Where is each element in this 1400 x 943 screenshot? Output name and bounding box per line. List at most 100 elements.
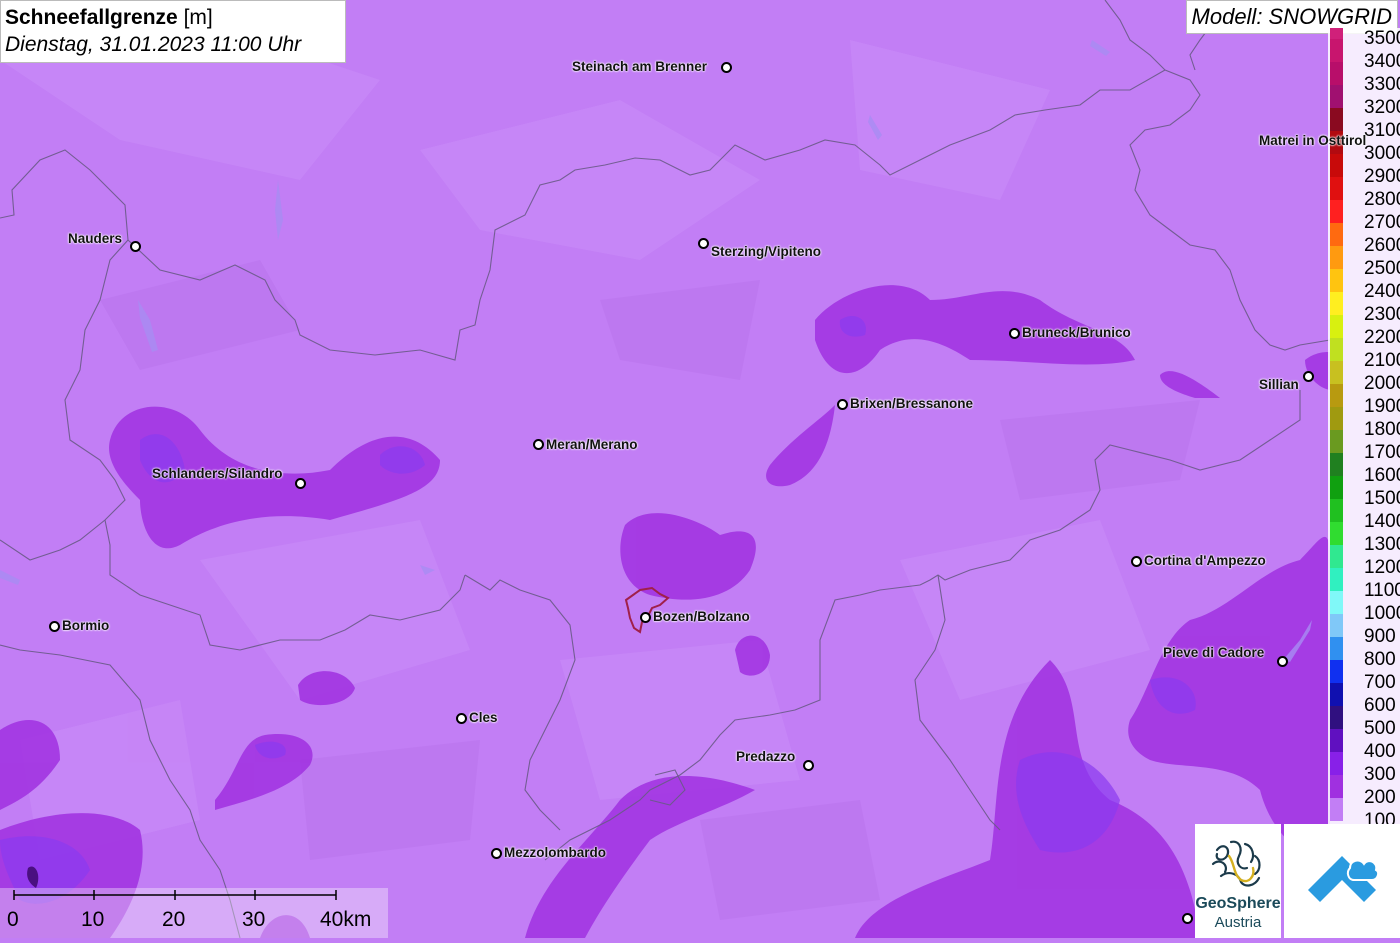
legend-swatch (1330, 384, 1343, 407)
legend-swatch (1330, 568, 1343, 591)
legend-swatch (1330, 154, 1343, 177)
legend-row: 1800 (1328, 407, 1400, 440)
map-title-box: Schneefallgrenze [m] Dienstag, 31.01.202… (0, 0, 346, 63)
legend-row: 1300 (1328, 522, 1400, 555)
legend-row: 1400 (1328, 499, 1400, 532)
geosphere-logo[interactable]: GeoSphere Austria (1195, 824, 1281, 938)
legend-row: 700 (1328, 660, 1400, 693)
legend-row: 3100 (1328, 108, 1400, 141)
map-datetime: Dienstag, 31.01.2023 11:00 Uhr (5, 33, 302, 56)
scale-label-10: 10 (81, 908, 105, 931)
legend-swatch (1330, 522, 1343, 545)
city-marker-cles[interactable] (456, 713, 467, 724)
legend-swatch (1330, 499, 1343, 522)
legend-swatch (1330, 223, 1343, 246)
scale-bar: 0 10 20 30 40km (0, 888, 388, 938)
city-marker-mezzolombardo[interactable] (491, 848, 502, 859)
legend-row: 2300 (1328, 292, 1400, 325)
legend-row: 3300 (1328, 62, 1400, 95)
legend-swatch (1330, 430, 1343, 453)
legend-swatch (1330, 39, 1343, 62)
scale-label-0: 0 (7, 908, 19, 931)
legend-row: 2900 (1328, 154, 1400, 187)
legend-swatch (1330, 407, 1343, 430)
legend-swatch (1330, 660, 1343, 683)
legend-swatch (1330, 269, 1343, 292)
partner-logo[interactable] (1284, 824, 1400, 938)
city-marker-schlanders[interactable] (295, 478, 306, 489)
city-label-pieve[interactable]: Pieve di Cadore (1163, 645, 1264, 660)
city-marker-predazzo[interactable] (803, 760, 814, 771)
legend-row: 2400 (1328, 269, 1400, 302)
legend-row: 500 (1328, 706, 1400, 739)
legend-row: 200 (1328, 775, 1400, 808)
legend-row: 400 (1328, 729, 1400, 762)
legend-swatch (1330, 637, 1343, 660)
city-label-bozen[interactable]: Bozen/Bolzano (653, 609, 750, 624)
city-label-brixen[interactable]: Brixen/Bressanone (850, 396, 973, 411)
city-label-bormio[interactable]: Bormio (62, 618, 109, 633)
city-label-sterzing[interactable]: Sterzing/Vipiteno (711, 244, 821, 259)
legend-swatch (1330, 453, 1343, 476)
city-marker-sterzing[interactable] (698, 238, 709, 249)
cloud-house-icon (1308, 856, 1380, 902)
legend-row: 800 (1328, 637, 1400, 670)
city-label-cortina[interactable]: Cortina d'Ampezzo (1144, 553, 1266, 568)
city-label-mezzolombardo[interactable]: Mezzolombardo (504, 845, 606, 860)
legend-label: 100 (1364, 810, 1396, 824)
legend-swatch (1330, 292, 1343, 315)
legend-swatch (1330, 62, 1343, 85)
legend-swatch (1330, 200, 1343, 223)
legend-row: 2800 (1328, 177, 1400, 210)
legend-swatch (1330, 614, 1343, 637)
legend-swatch (1330, 85, 1343, 108)
city-marker-cortina[interactable] (1131, 556, 1142, 567)
legend-swatch (1330, 706, 1343, 729)
city-marker-bozen[interactable] (640, 612, 651, 623)
legend-swatch (1330, 591, 1343, 614)
city-label-meran[interactable]: Meran/Merano (546, 437, 638, 452)
city-marker-meran[interactable] (533, 439, 544, 450)
legend-row: 1900 (1328, 384, 1400, 417)
city-marker-steinach[interactable] (721, 62, 732, 73)
city-label-cles[interactable]: Cles (469, 710, 498, 725)
city-label-predazzo[interactable]: Predazzo (736, 749, 795, 764)
legend-row: 3500 (1328, 28, 1400, 49)
legend-swatch (1330, 729, 1343, 752)
legend-row: 2500 (1328, 246, 1400, 279)
city-label-schlanders[interactable]: Schlanders/Silandro (152, 466, 283, 481)
city-label-nauders[interactable]: Nauders (68, 231, 122, 246)
legend-swatch (1330, 545, 1343, 568)
legend-swatch (1330, 315, 1343, 338)
city-marker-unlabeled[interactable] (1182, 913, 1193, 924)
geosphere-swirl-icon (1211, 840, 1261, 887)
city-label-matrei[interactable]: Matrei in Osttirol (1259, 133, 1366, 148)
geosphere-country: Austria (1214, 914, 1262, 931)
legend-row: 1000 (1328, 591, 1400, 624)
city-label-steinach[interactable]: Steinach am Brenner (572, 59, 707, 74)
legend-swatch (1330, 752, 1343, 775)
legend-swatch (1330, 476, 1343, 499)
city-label-bruneck[interactable]: Bruneck/Brunico (1022, 325, 1131, 340)
city-marker-brixen[interactable] (837, 399, 848, 410)
legend-row: 2700 (1328, 200, 1400, 233)
legend-row: 2100 (1328, 338, 1400, 371)
city-marker-bruneck[interactable] (1009, 328, 1020, 339)
legend-row: 2600 (1328, 223, 1400, 256)
map-title: Schneefallgrenze [m] (5, 6, 213, 29)
legend-swatch (1330, 798, 1343, 821)
city-marker-sillian[interactable] (1303, 371, 1314, 382)
legend-swatch (1330, 775, 1343, 798)
legend-row: 2200 (1328, 315, 1400, 348)
legend-swatch (1330, 28, 1343, 39)
legend-swatch (1330, 177, 1343, 200)
scale-label-20: 20 (162, 908, 186, 931)
legend-row: 1100 (1328, 568, 1400, 601)
legend-swatch (1330, 108, 1343, 131)
city-marker-pieve[interactable] (1277, 656, 1288, 667)
city-label-sillian[interactable]: Sillian (1259, 377, 1299, 392)
scale-label-40km: 40km (320, 908, 372, 931)
city-marker-bormio[interactable] (49, 621, 60, 632)
legend-row: 900 (1328, 614, 1400, 647)
city-marker-nauders[interactable] (130, 241, 141, 252)
